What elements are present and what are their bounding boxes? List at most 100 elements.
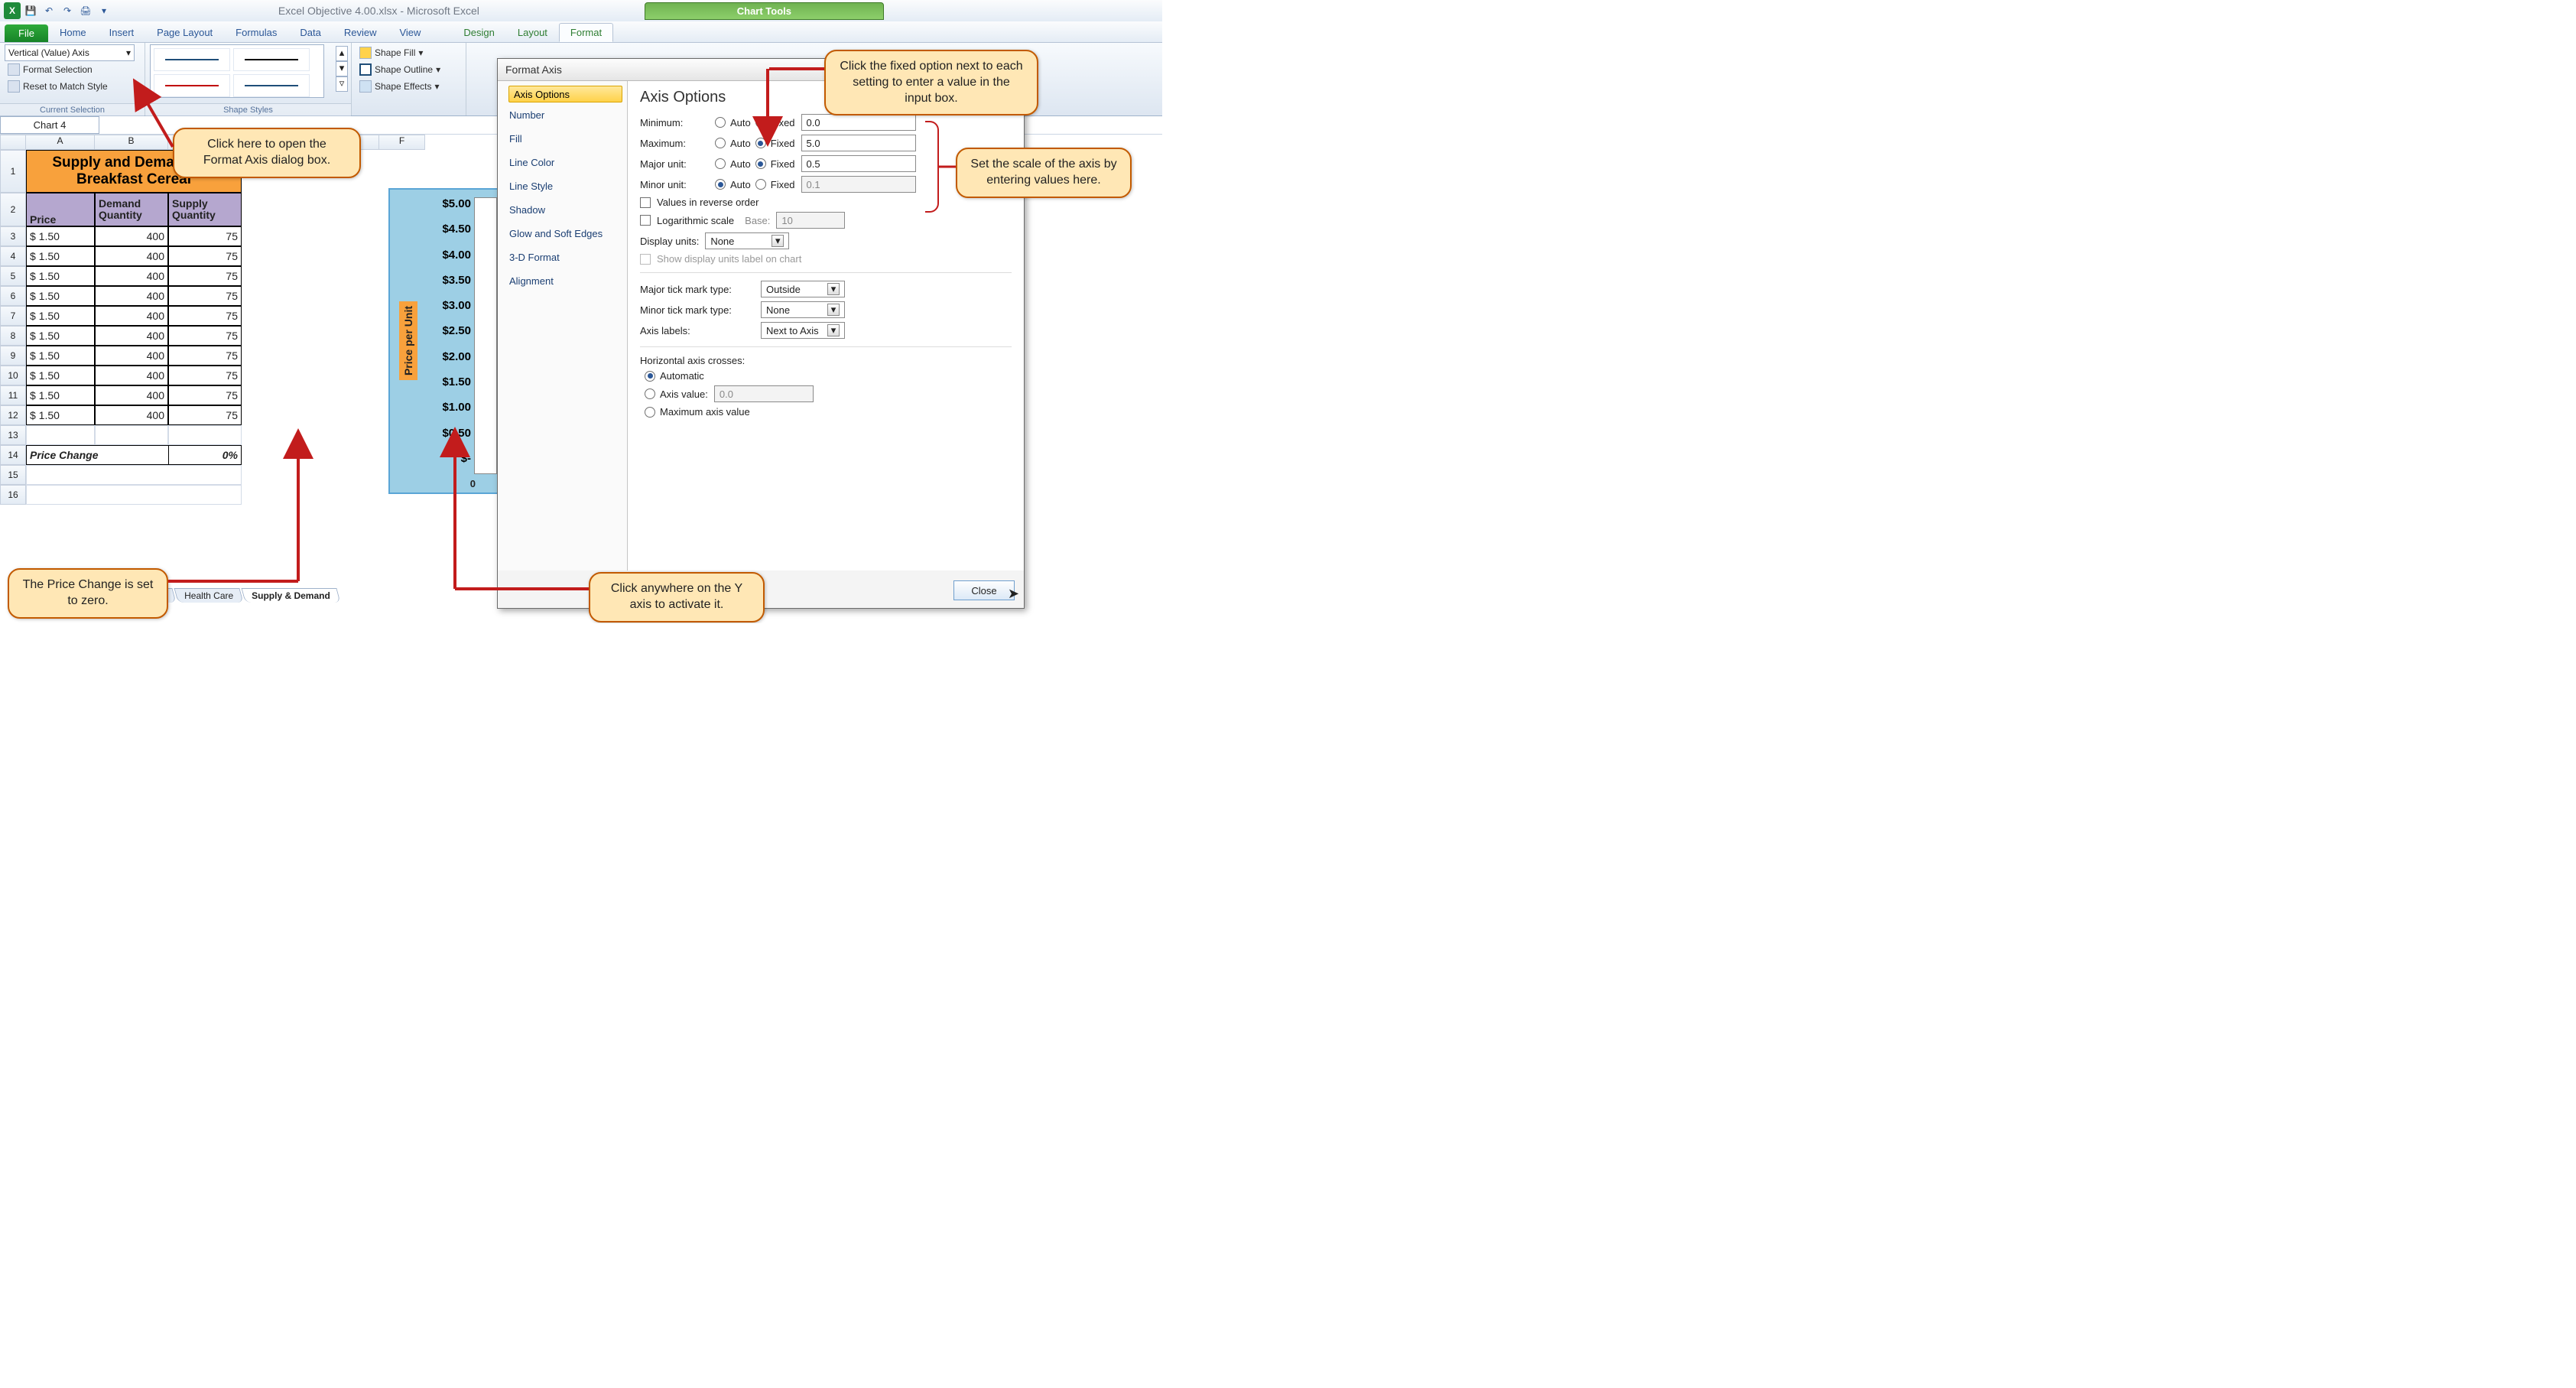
tab-home[interactable]: Home (48, 23, 98, 42)
nav-fill[interactable]: Fill (502, 128, 622, 150)
row-header-15[interactable]: 15 (0, 465, 26, 485)
nav-shadow[interactable]: Shadow (502, 199, 622, 221)
nav-3d-format[interactable]: 3-D Format (502, 246, 622, 268)
cell-supply[interactable]: 75 (168, 286, 242, 306)
chart-y-axis-title[interactable]: Price per Unit (399, 301, 417, 380)
cell[interactable] (26, 465, 242, 485)
cell-supply[interactable]: 75 (168, 346, 242, 366)
hdr-price[interactable]: Price (26, 193, 95, 226)
nav-number[interactable]: Number (502, 104, 622, 126)
cell-price[interactable]: $ 1.50 (26, 306, 95, 326)
gallery-up-icon[interactable]: ▴ (336, 46, 348, 61)
tab-data[interactable]: Data (288, 23, 332, 42)
cell[interactable] (95, 425, 168, 445)
cell-price[interactable]: $ 1.50 (26, 326, 95, 346)
tab-layout[interactable]: Layout (506, 23, 559, 42)
major-unit-fixed-radio[interactable] (755, 158, 766, 169)
cell-price[interactable]: $ 1.50 (26, 286, 95, 306)
cell-demand[interactable]: 400 (95, 246, 168, 266)
cell-supply[interactable]: 75 (168, 326, 242, 346)
minor-unit-fixed-radio[interactable] (755, 179, 766, 190)
cell-supply[interactable]: 75 (168, 306, 242, 326)
maximum-fixed-radio[interactable] (755, 138, 766, 148)
row-header[interactable]: 4 (0, 246, 26, 266)
maximum-auto-radio[interactable] (715, 138, 726, 148)
row-header-13[interactable]: 13 (0, 425, 26, 445)
gallery-down-icon[interactable]: ▾ (336, 61, 348, 76)
cell-demand[interactable]: 400 (95, 266, 168, 286)
cell-price[interactable]: $ 1.50 (26, 246, 95, 266)
cell-demand[interactable]: 400 (95, 405, 168, 425)
nav-line-color[interactable]: Line Color (502, 151, 622, 174)
price-change-label[interactable]: Price Change (26, 445, 168, 465)
cell-price[interactable]: $ 1.50 (26, 405, 95, 425)
minor-tick-select[interactable]: None▾ (761, 301, 845, 318)
cell-price[interactable]: $ 1.50 (26, 385, 95, 405)
chart-plot-area-edge[interactable] (474, 197, 497, 474)
shape-fill-button[interactable]: Shape Fill ▾ (356, 44, 461, 61)
display-units-select[interactable]: None▾ (705, 232, 789, 249)
chart-y-ticks[interactable]: $5.00$4.50$4.00$3.50$3.00$2.50$2.00$1.50… (425, 190, 471, 465)
row-header[interactable]: 6 (0, 286, 26, 306)
nav-glow[interactable]: Glow and Soft Edges (502, 223, 622, 245)
tab-file[interactable]: File (5, 24, 48, 42)
shape-outline-button[interactable]: Shape Outline ▾ (356, 61, 461, 78)
minor-unit-auto-radio[interactable] (715, 179, 726, 190)
cell-supply[interactable]: 75 (168, 266, 242, 286)
row-header[interactable]: 8 (0, 326, 26, 346)
cell-demand[interactable]: 400 (95, 226, 168, 246)
tab-format[interactable]: Format (559, 23, 613, 42)
cell-demand[interactable]: 400 (95, 286, 168, 306)
select-all-corner[interactable] (0, 135, 26, 150)
undo-icon[interactable]: ↶ (41, 2, 57, 19)
row-header[interactable]: 7 (0, 306, 26, 326)
row-header-1[interactable]: 1 (0, 150, 26, 193)
cell[interactable] (26, 425, 95, 445)
tab-page-layout[interactable]: Page Layout (145, 23, 224, 42)
tab-formulas[interactable]: Formulas (224, 23, 288, 42)
name-box[interactable]: Chart 4 (0, 116, 99, 134)
close-button[interactable]: Close (953, 580, 1015, 600)
tab-review[interactable]: Review (333, 23, 388, 42)
col-header-a[interactable]: A (26, 135, 95, 150)
major-unit-auto-radio[interactable] (715, 158, 726, 169)
cell-price[interactable]: $ 1.50 (26, 226, 95, 246)
chart-element-selector[interactable]: Vertical (Value) Axis▾ (5, 44, 135, 61)
embedded-chart[interactable]: Price per Unit $5.00$4.50$4.00$3.50$3.00… (388, 188, 503, 494)
values-reverse-checkbox[interactable] (640, 197, 651, 208)
row-header[interactable]: 12 (0, 405, 26, 425)
cell-price[interactable]: $ 1.50 (26, 346, 95, 366)
cell-price[interactable]: $ 1.50 (26, 366, 95, 385)
col-header-f[interactable]: F (379, 135, 425, 150)
axis-labels-select[interactable]: Next to Axis▾ (761, 322, 845, 339)
major-tick-select[interactable]: Outside▾ (761, 281, 845, 297)
cell-supply[interactable]: 75 (168, 226, 242, 246)
format-axis-dialog[interactable]: Format Axis Axis Options Number Fill Lin… (497, 58, 1025, 609)
cell-supply[interactable]: 75 (168, 366, 242, 385)
cell[interactable] (168, 425, 242, 445)
shape-effects-button[interactable]: Shape Effects ▾ (356, 78, 461, 95)
row-header-16[interactable]: 16 (0, 485, 26, 505)
nav-alignment[interactable]: Alignment (502, 270, 622, 292)
row-header[interactable]: 5 (0, 266, 26, 286)
row-header[interactable]: 10 (0, 366, 26, 385)
format-selection-button[interactable]: Format Selection (5, 61, 140, 78)
qat-dropdown-icon[interactable]: ▾ (96, 2, 112, 19)
log-scale-checkbox[interactable] (640, 215, 651, 226)
row-header[interactable]: 3 (0, 226, 26, 246)
nav-axis-options[interactable]: Axis Options (508, 86, 622, 102)
shape-styles-gallery[interactable] (150, 44, 324, 98)
row-header[interactable]: 9 (0, 346, 26, 366)
cell-supply[interactable]: 75 (168, 405, 242, 425)
axis-value-radio[interactable] (645, 388, 655, 399)
row-header-2[interactable]: 2 (0, 193, 26, 226)
max-axis-value-radio[interactable] (645, 407, 655, 418)
minimum-auto-radio[interactable] (715, 117, 726, 128)
hdr-supply[interactable]: Supply Quantity (168, 193, 242, 226)
row-header[interactable]: 11 (0, 385, 26, 405)
sheet-tab-health-care[interactable]: Health Care (174, 588, 244, 603)
minimum-input[interactable]: 0.0 (801, 114, 916, 131)
save-icon[interactable]: 💾 (22, 2, 39, 19)
tab-insert[interactable]: Insert (98, 23, 146, 42)
print-icon[interactable]: 🖨 (77, 2, 94, 19)
